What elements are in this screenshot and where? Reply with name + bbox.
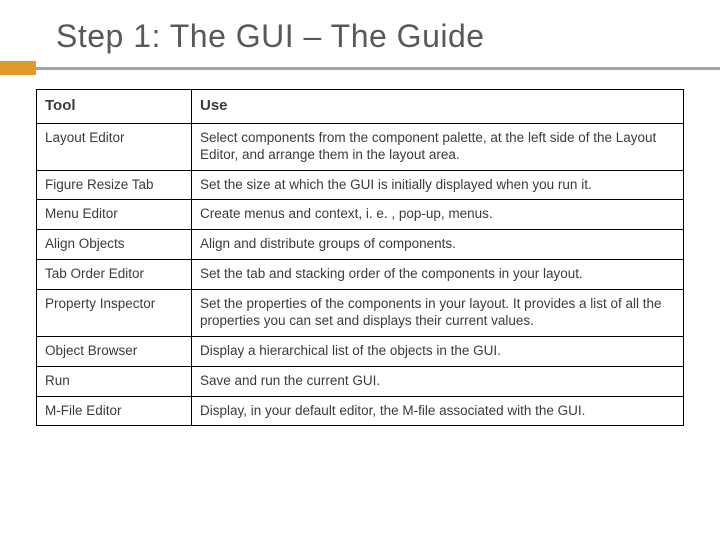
cell-use: Display a hierarchical list of the objec… [192,336,684,366]
header-tool: Tool [37,90,192,124]
page-title: Step 1: The GUI – The Guide [56,18,684,55]
cell-use: Align and distribute groups of component… [192,230,684,260]
cell-use: Select components from the component pal… [192,123,684,170]
cell-tool: M-File Editor [37,396,192,426]
header-use: Use [192,90,684,124]
cell-tool: Figure Resize Tab [37,170,192,200]
table-row: M-File Editor Display, in your default e… [37,396,684,426]
cell-use: Display, in your default editor, the M-f… [192,396,684,426]
cell-use: Set the properties of the components in … [192,290,684,337]
cell-tool: Align Objects [37,230,192,260]
cell-tool: Object Browser [37,336,192,366]
slide: Step 1: The GUI – The Guide Tool Use Lay… [0,0,720,540]
cell-tool: Menu Editor [37,200,192,230]
cell-tool: Run [37,366,192,396]
table-row: Object Browser Display a hierarchical li… [37,336,684,366]
cell-tool: Tab Order Editor [37,260,192,290]
table-row: Menu Editor Create menus and context, i.… [37,200,684,230]
cell-use: Set the size at which the GUI is initial… [192,170,684,200]
cell-tool: Layout Editor [37,123,192,170]
table-row: Tab Order Editor Set the tab and stackin… [37,260,684,290]
tools-table: Tool Use Layout Editor Select components… [36,89,684,426]
table-row: Run Save and run the current GUI. [37,366,684,396]
table-header-row: Tool Use [37,90,684,124]
rule-accent [0,61,36,75]
cell-use: Set the tab and stacking order of the co… [192,260,684,290]
cell-use: Create menus and context, i. e. , pop-up… [192,200,684,230]
rule-line [0,67,720,70]
table-row: Property Inspector Set the properties of… [37,290,684,337]
table-row: Layout Editor Select components from the… [37,123,684,170]
title-rule [36,61,684,75]
table-row: Align Objects Align and distribute group… [37,230,684,260]
table-row: Figure Resize Tab Set the size at which … [37,170,684,200]
cell-tool: Property Inspector [37,290,192,337]
cell-use: Save and run the current GUI. [192,366,684,396]
